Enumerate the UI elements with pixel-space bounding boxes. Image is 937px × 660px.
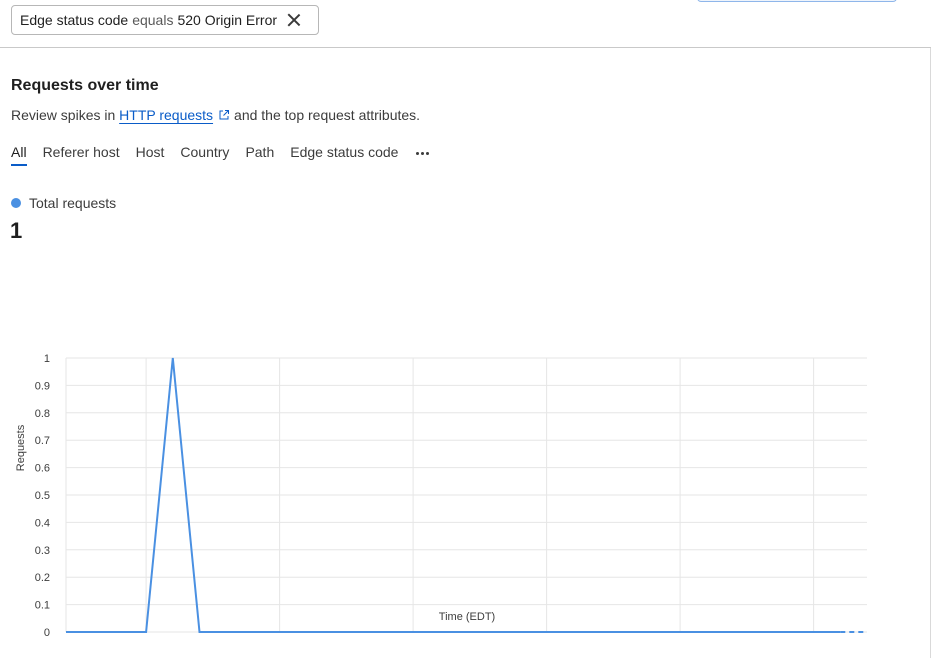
close-icon[interactable]	[287, 13, 301, 27]
legend-label: Total requests	[29, 195, 117, 211]
y-tick-label: 0.8	[35, 408, 50, 420]
y-tick-label: 0.1	[35, 600, 50, 612]
total-requests-value: 1	[10, 218, 23, 243]
y-tick-label: 0.6	[35, 463, 50, 475]
tab-referer-host[interactable]: Referer host	[43, 144, 120, 166]
external-link-icon	[219, 110, 230, 120]
filter-bar: Edge status code equals 520 Origin Error	[0, 0, 931, 48]
tab-path[interactable]: Path	[245, 144, 274, 166]
top-right-button[interactable]	[697, 0, 897, 2]
y-tick-label: 0.4	[35, 517, 50, 529]
description-text: Review spikes in	[11, 107, 116, 123]
legend-dot-icon	[11, 198, 21, 208]
http-requests-link[interactable]: HTTP requests	[119, 107, 213, 123]
y-axis-label: Requests	[15, 424, 27, 471]
y-tick-label: 0.7	[35, 435, 50, 447]
section-description: Review spikes in HTTP requests and the to…	[11, 107, 420, 123]
y-tick-label: 0.9	[35, 380, 50, 392]
chart-legend[interactable]: Total requests	[11, 195, 116, 211]
y-tick-label: 0	[44, 627, 50, 636]
requests-chart[interactable]: 00.10.20.30.40.50.60.70.80.91 08:4008:45…	[0, 296, 900, 636]
tab-host[interactable]: Host	[136, 144, 165, 166]
filter-value: 520 Origin Error	[177, 12, 278, 28]
tab-edge-status-code[interactable]: Edge status code	[290, 144, 398, 166]
requests-card: Requests over time Review spikes in HTTP…	[0, 48, 931, 658]
filter-operator: equals	[132, 12, 174, 28]
x-axis-label: Time (EDT)	[439, 611, 495, 623]
description-text-end: and the top request attributes.	[234, 107, 421, 123]
tab-all[interactable]: All	[11, 144, 27, 166]
y-tick-label: 0.2	[35, 572, 50, 584]
filter-chip[interactable]: Edge status code equals 520 Origin Error	[11, 5, 319, 35]
y-tick-label: 0.5	[35, 490, 50, 502]
filter-field: Edge status code	[20, 12, 129, 28]
tab-country[interactable]: Country	[180, 144, 229, 166]
y-tick-label: 1	[44, 353, 50, 365]
more-icon[interactable]	[414, 144, 430, 162]
y-tick-label: 0.3	[35, 545, 50, 557]
attribute-tabs: All Referer host Host Country Path Edge …	[11, 144, 430, 166]
section-title: Requests over time	[11, 77, 159, 94]
